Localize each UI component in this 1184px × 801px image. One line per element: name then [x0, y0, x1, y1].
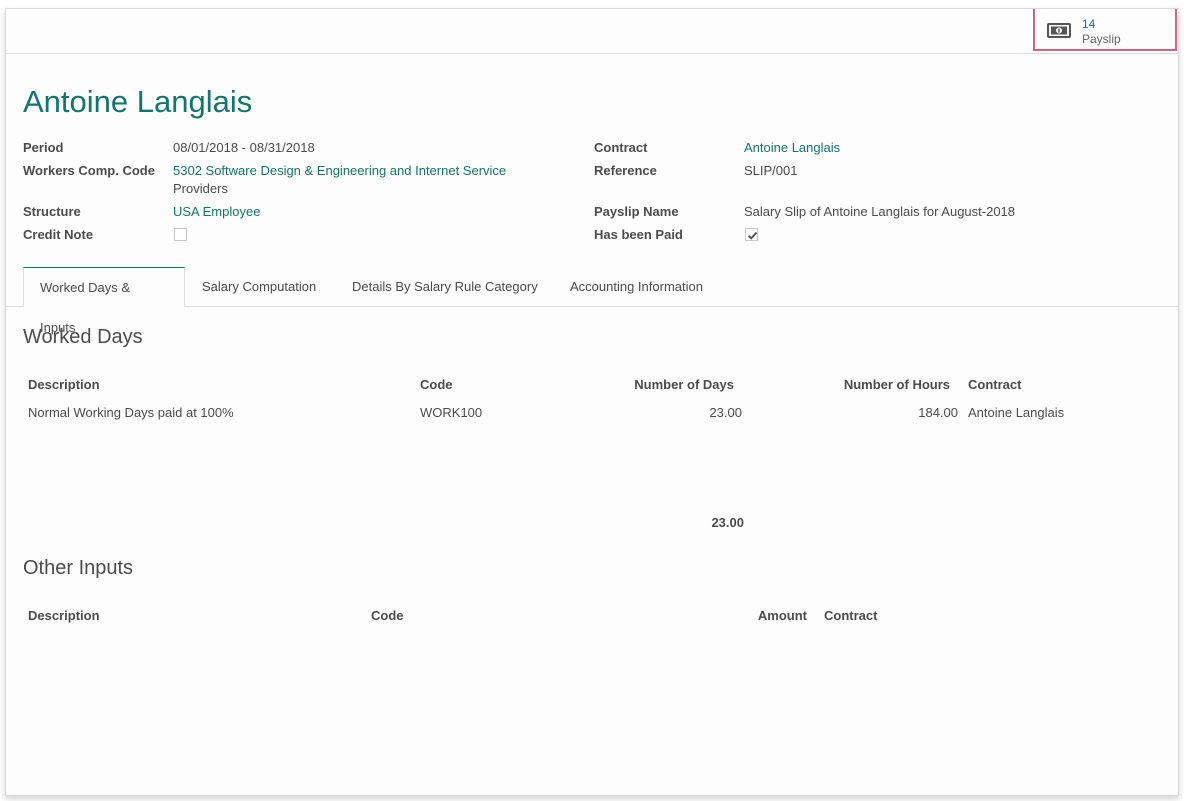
credit-note-label: Credit Note [23, 227, 94, 242]
workers-comp-value-rest: Providers [173, 181, 228, 196]
col-number-of-hours: Number of Hours [843, 377, 950, 392]
col-contract: Contract [968, 377, 1022, 392]
reference-label: Reference [594, 163, 657, 178]
has-been-paid-checkbox[interactable] [745, 228, 758, 241]
payslip-label: Payslip [1082, 32, 1121, 46]
has-been-paid-label: Has been Paid [594, 227, 683, 242]
row-code[interactable]: WORK100 [420, 404, 482, 421]
other-inputs-title: Other Inputs [23, 557, 134, 579]
row-contract[interactable]: Antoine Langlais [968, 404, 1064, 421]
workers-comp-link[interactable]: 5302 Software Design & Engineering and I… [173, 162, 506, 179]
worked-days-title: Worked Days [23, 326, 143, 348]
payslip-name-value: Salary Slip of Antoine Langlais for Augu… [744, 204, 1016, 219]
payslip-form-sheet: 14 Payslip Antoine Langlais Period 08/01… [5, 8, 1179, 796]
payslip-name-label: Payslip Name [594, 204, 679, 219]
payslip-count: 14 [1082, 17, 1096, 31]
structure-label: Structure [23, 204, 81, 219]
col-number-of-days: Number of Days [634, 377, 734, 392]
inputs-col-contract: Contract [824, 608, 878, 623]
contract-link[interactable]: Antoine Langlais [744, 139, 840, 156]
notebook-tabs: Worked Days & Inputs Salary Computation … [6, 267, 1178, 335]
row-number-of-days[interactable]: 23.00 [586, 404, 742, 421]
payslip-smart-button[interactable]: 14 Payslip [1033, 9, 1177, 51]
tab-accounting-information[interactable]: Accounting Information [554, 267, 719, 306]
period-label: Period [23, 140, 64, 155]
col-code: Code [420, 377, 453, 392]
row-number-of-hours[interactable]: 184.00 [796, 404, 958, 421]
reference-value: SLIP/001 [744, 163, 798, 178]
tab-worked-days-inputs[interactable]: Worked Days & Inputs [23, 267, 185, 335]
credit-note-checkbox[interactable] [174, 228, 187, 241]
money-icon [1047, 23, 1071, 41]
col-description: Description [28, 377, 100, 392]
tab-salary-computation[interactable]: Salary Computation [186, 267, 332, 306]
tab-details-by-salary-rule-category[interactable]: Details By Salary Rule Category [336, 267, 554, 306]
check-icon [747, 231, 758, 240]
workers-comp-label: Workers Comp. Code [23, 163, 155, 178]
total-days: 23.00 [711, 515, 744, 530]
period-value: 08/01/2018 - 08/31/2018 [173, 140, 315, 155]
employee-name-title: Antoine Langlais [23, 84, 253, 119]
row-description[interactable]: Normal Working Days paid at 100% [28, 404, 234, 421]
inputs-col-code: Code [371, 608, 404, 623]
structure-link[interactable]: USA Employee [173, 203, 260, 220]
inputs-col-description: Description [28, 608, 100, 623]
button-box: 14 Payslip [6, 9, 1178, 54]
inputs-col-amount: Amount [757, 608, 807, 623]
contract-label: Contract [594, 140, 648, 155]
